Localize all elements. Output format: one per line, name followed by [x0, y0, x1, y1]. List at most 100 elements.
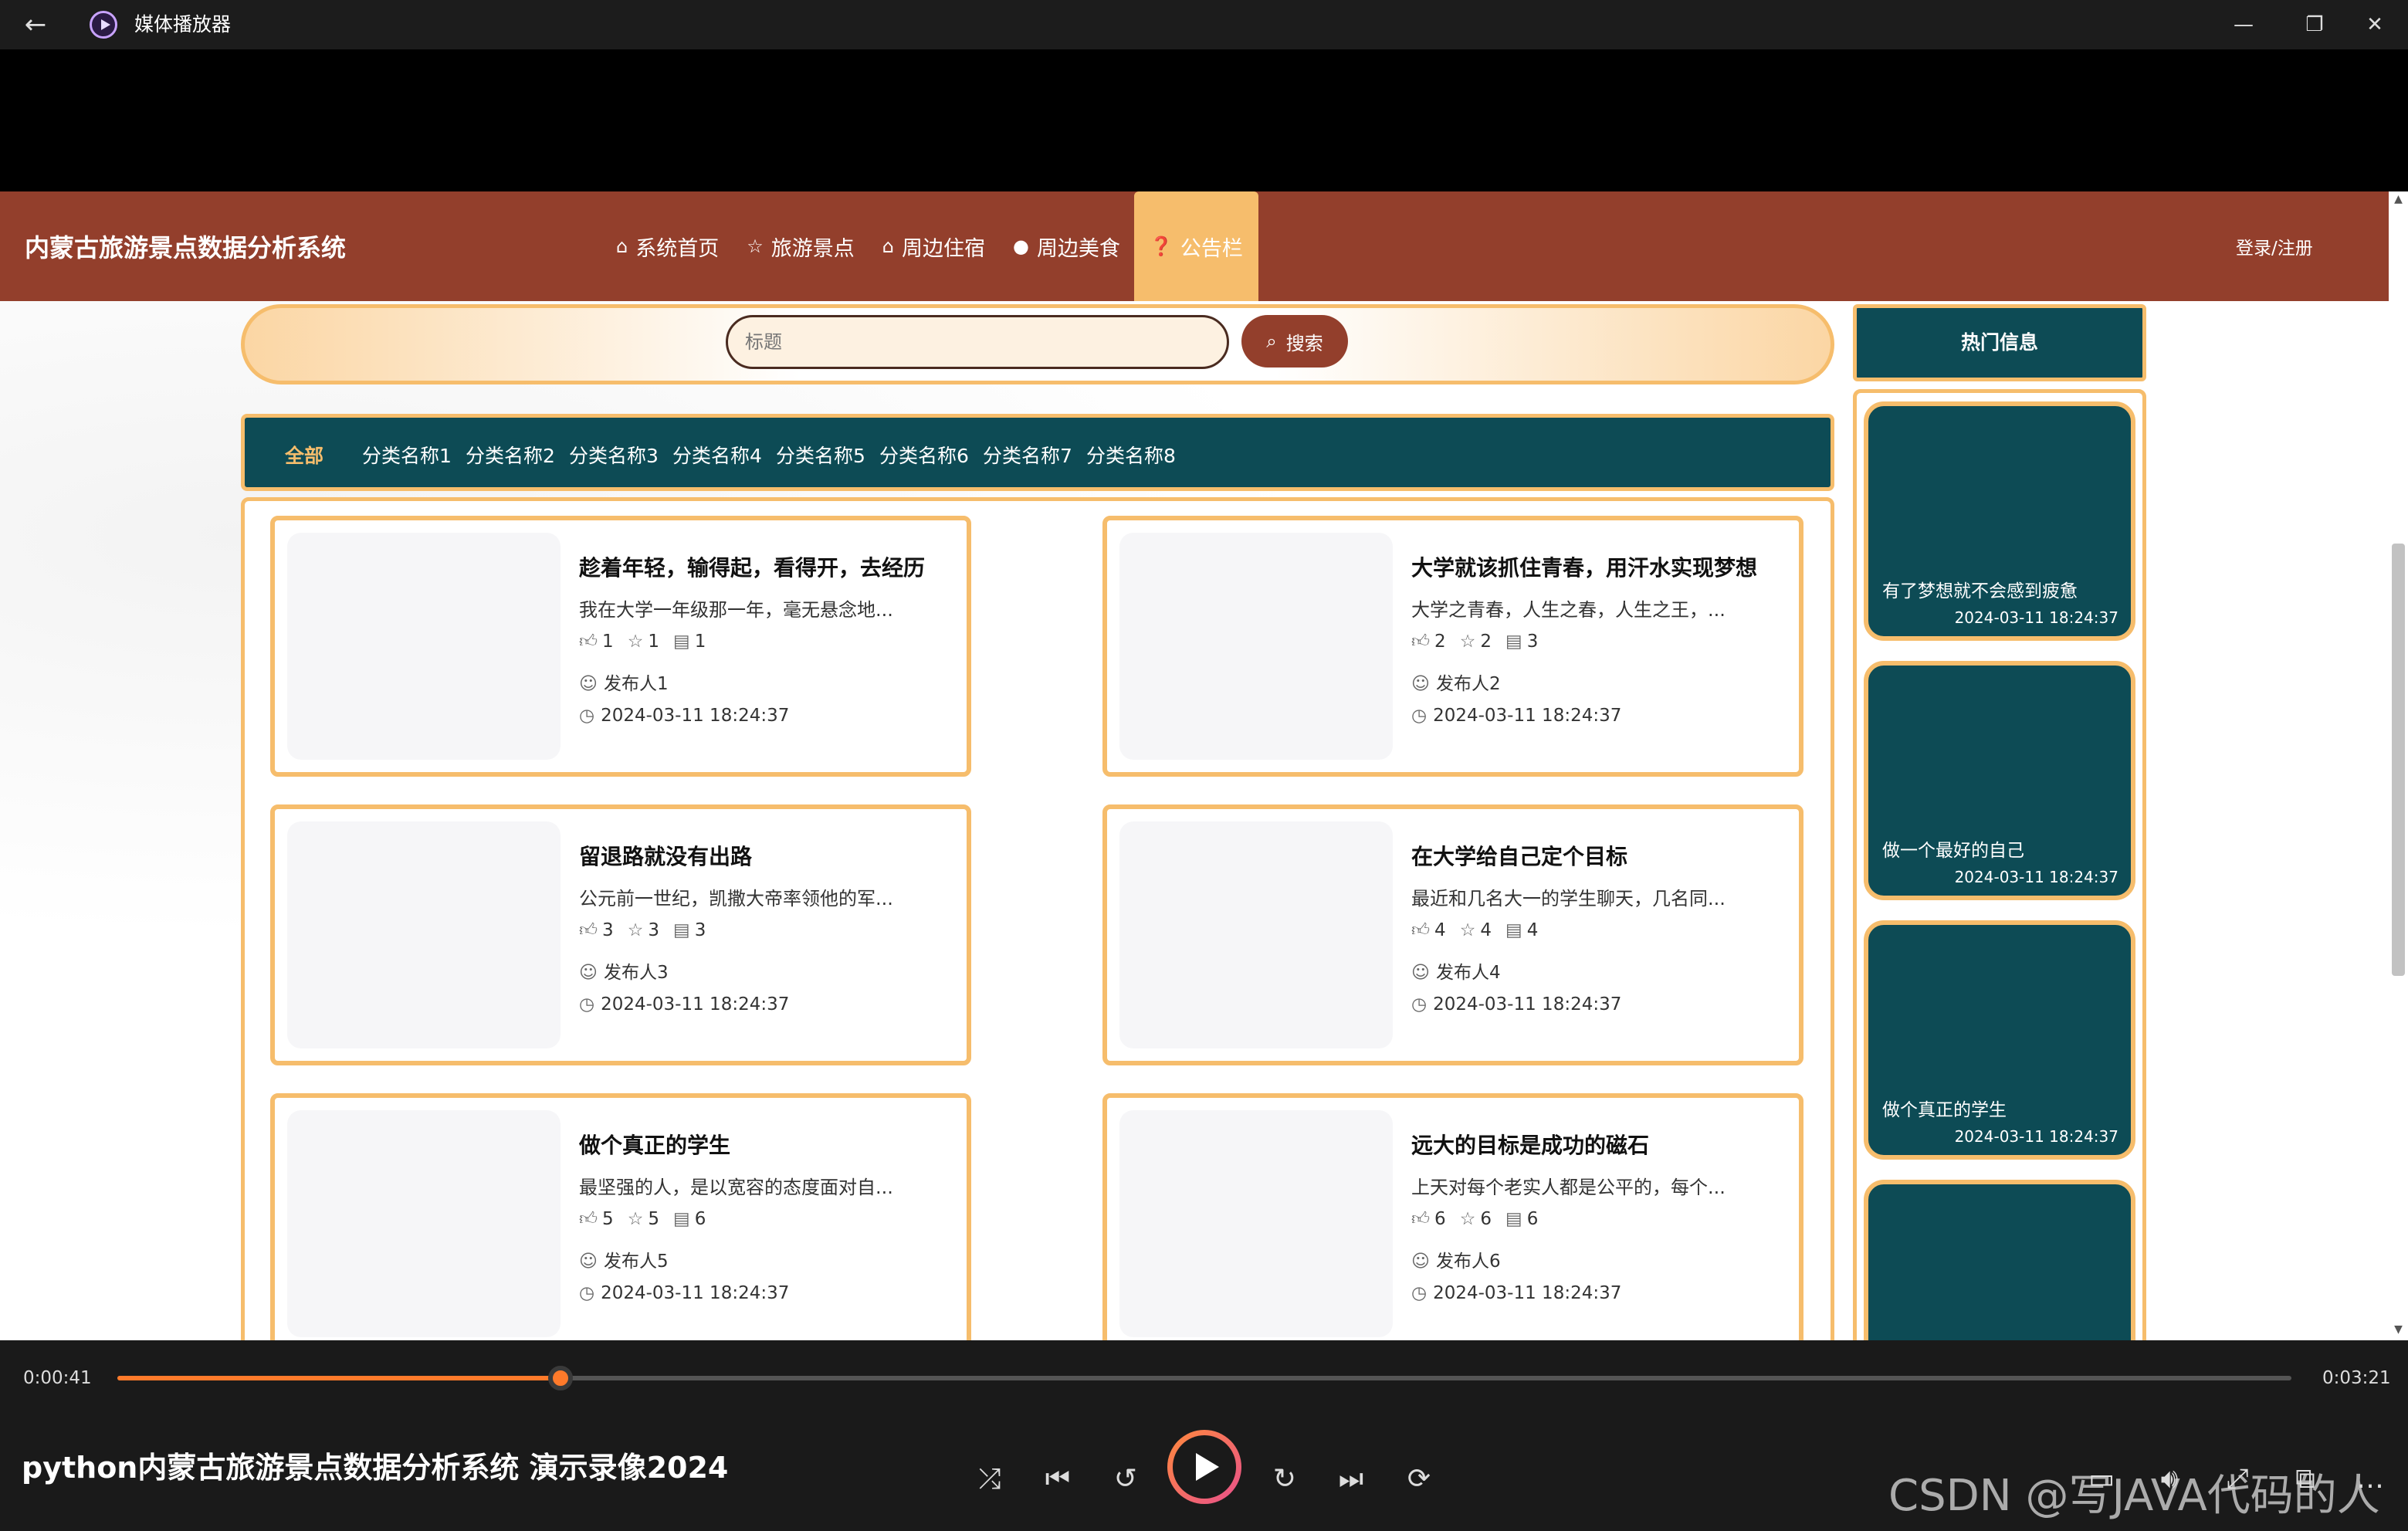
hot-info-time: 2024-03-11 18:24:37: [1954, 608, 2118, 627]
thumbs-up-icon: 👍︎: [1411, 632, 1431, 652]
author-name: 发布人1: [603, 674, 669, 694]
comment-icon: ▤: [672, 1209, 690, 1229]
comment-count: 3: [694, 920, 706, 940]
page-scrollbar[interactable]: ▲ ▼: [2389, 191, 2408, 1340]
scrollbar-thumb[interactable]: [2392, 544, 2405, 976]
scroll-up-icon[interactable]: ▲: [2392, 193, 2405, 205]
user-icon: ☺: [1411, 1252, 1430, 1272]
thumbs-up-icon: 👍︎: [1411, 920, 1431, 940]
category-item[interactable]: 分类名称7: [983, 441, 1072, 469]
repeat-icon[interactable]: ⟳: [1396, 1456, 1442, 1502]
rewind-10-icon[interactable]: ↺: [1102, 1456, 1149, 1502]
article-time: ◷ 2024-03-11 18:24:37: [1411, 1283, 1621, 1303]
seek-bar[interactable]: [117, 1366, 2291, 1390]
thumbs-up-icon: 👍︎: [579, 1209, 598, 1229]
hot-info-title: 做一个最好的自己: [1882, 841, 2024, 861]
category-item[interactable]: 分类名称2: [466, 441, 555, 469]
minimize-icon[interactable]: —: [2208, 0, 2279, 49]
hot-info-item[interactable]: 有了梦想就不会感到疲惫 2024-03-11 18:24:37: [1864, 401, 2135, 641]
article-desc: 公元前一世纪，凯撒大帝率领他的军...: [579, 888, 893, 909]
nav-item-lodging[interactable]: ⌂ 周边住宿: [869, 191, 999, 301]
like-count: 2: [1434, 632, 1446, 652]
fav-count: 4: [1480, 920, 1492, 940]
article-author: ☺ 发布人4: [1411, 957, 1501, 984]
login-register-link[interactable]: 登录/注册: [2236, 233, 2313, 259]
comment-icon: ▤: [1505, 920, 1522, 940]
star-icon: ☆: [747, 235, 764, 257]
previous-icon[interactable]: ⏮: [1035, 1456, 1081, 1502]
time-value: 2024-03-11 18:24:37: [601, 1283, 790, 1303]
author-name: 发布人5: [603, 1252, 669, 1272]
hot-info-title: 做个真正的学生: [1882, 1100, 2007, 1120]
forward-30-icon[interactable]: ↻: [1262, 1456, 1308, 1502]
help-icon: ❓: [1149, 235, 1173, 257]
hot-info-heading: 热门信息: [1853, 304, 2146, 381]
user-icon: ☺: [579, 963, 598, 983]
category-item[interactable]: 分类名称6: [879, 441, 969, 469]
time-value: 2024-03-11 18:24:37: [1433, 706, 1622, 726]
user-icon: ☺: [579, 674, 598, 694]
shuffle-icon[interactable]: ⤮: [967, 1456, 1013, 1502]
article-card[interactable]: 留退路就没有出路 公元前一世纪，凯撒大帝率领他的军... 👍︎ 3 ☆ 3 ▤ 3 ☺…: [270, 804, 971, 1065]
category-item[interactable]: 分类名称5: [776, 441, 865, 469]
search-button[interactable]: ⌕ 搜索: [1241, 315, 1348, 368]
article-thumbnail: [1119, 533, 1393, 760]
article-author: ☺ 发布人2: [1411, 669, 1501, 695]
star-icon: ☆: [1459, 632, 1476, 652]
hot-info-item[interactable]: 做一个最好的自己 2024-03-11 18:24:37: [1864, 661, 2135, 900]
like-count: 5: [602, 1209, 614, 1229]
category-item[interactable]: 分类名称4: [672, 441, 762, 469]
fav-count: 6: [1480, 1209, 1492, 1229]
category-item[interactable]: 分类名称8: [1086, 441, 1176, 469]
comment-icon: ▤: [1505, 632, 1522, 652]
fav-count: 5: [648, 1209, 659, 1229]
hot-info-item[interactable]: 做个真正的学生 2024-03-11 18:24:37: [1864, 920, 2135, 1160]
article-card[interactable]: 远大的目标是成功的磁石 上天对每个老实人都是公平的，每个... 👍︎ 6 ☆ 6 ▤…: [1102, 1093, 1803, 1340]
total-time: 0:03:21: [2322, 1368, 2391, 1388]
time-value: 2024-03-11 18:24:37: [1433, 994, 1622, 1014]
close-icon[interactable]: ✕: [2339, 0, 2408, 49]
play-button[interactable]: [1167, 1430, 1241, 1504]
clock-icon: ◷: [579, 994, 595, 1014]
category-all[interactable]: 全部: [285, 441, 323, 469]
hot-info-title: 有了梦想就不会感到疲惫: [1882, 581, 2078, 601]
article-stats: 👍︎ 4 ☆ 4 ▤ 4: [1411, 920, 1538, 941]
article-author: ☺ 发布人6: [1411, 1246, 1501, 1272]
fav-count: 2: [1480, 632, 1492, 652]
nav-item-home[interactable]: ⌂ 系统首页: [602, 191, 733, 301]
star-icon: ☆: [627, 920, 644, 940]
nav-item-food[interactable]: ● 周边美食: [999, 191, 1134, 301]
window-title: 媒体播放器: [134, 13, 232, 36]
comment-count: 6: [694, 1209, 706, 1229]
scroll-down-icon[interactable]: ▼: [2392, 1323, 2405, 1336]
star-icon: ☆: [627, 632, 644, 652]
article-desc: 最坚强的人，是以宽容的态度面对自...: [579, 1177, 893, 1198]
media-player-app-icon: [90, 11, 117, 39]
article-card[interactable]: 做个真正的学生 最坚强的人，是以宽容的态度面对自... 👍︎ 5 ☆ 5 ▤ 6 ☺ 发…: [270, 1093, 971, 1340]
hot-info-item[interactable]: [1864, 1180, 2135, 1340]
category-item[interactable]: 分类名称1: [362, 441, 452, 469]
nav-item-attractions[interactable]: ☆ 旅游景点: [733, 191, 869, 301]
video-frame: 内蒙古旅游景点数据分析系统 ⌂ 系统首页 ☆ 旅游景点 ⌂ 周边住宿 ● 周边美食 ❓ 公…: [0, 191, 2408, 1340]
star-icon: ☆: [1459, 1209, 1476, 1229]
article-time: ◷ 2024-03-11 18:24:37: [579, 1283, 789, 1303]
clock-icon: ◷: [1411, 994, 1428, 1014]
article-title: 远大的目标是成功的磁石: [1411, 1133, 1650, 1158]
author-name: 发布人6: [1435, 1252, 1501, 1272]
next-icon[interactable]: ⏭: [1328, 1456, 1374, 1502]
article-card[interactable]: 大学就该抓住青春，用汗水实现梦想 大学之青春，人生之春，人生之王，... 👍︎ 2…: [1102, 516, 1803, 777]
play-button-inner: [1173, 1435, 1236, 1499]
article-desc: 上天对每个老实人都是公平的，每个...: [1411, 1177, 1726, 1198]
back-arrow-icon[interactable]: ←: [17, 6, 54, 43]
nav-item-notice[interactable]: ❓ 公告栏: [1133, 191, 1258, 301]
article-card[interactable]: 趁着年轻，输得起，看得开，去经历 我在大学一年级那一年，毫无悬念地... 👍︎ 1…: [270, 516, 971, 777]
category-item[interactable]: 分类名称3: [569, 441, 659, 469]
article-title: 在大学给自己定个目标: [1411, 844, 1628, 869]
time-value: 2024-03-11 18:24:37: [1433, 1283, 1622, 1303]
article-card[interactable]: 在大学给自己定个目标 最近和几名大一的学生聊天，几名同... 👍︎ 4 ☆ 4 ▤ 4…: [1102, 804, 1803, 1065]
article-stats: 👍︎ 1 ☆ 1 ▤ 1: [579, 632, 706, 652]
fav-count: 3: [648, 920, 659, 940]
seek-bar-handle[interactable]: [548, 1366, 574, 1390]
like-count: 4: [1434, 920, 1446, 940]
search-input[interactable]: [726, 315, 1229, 369]
